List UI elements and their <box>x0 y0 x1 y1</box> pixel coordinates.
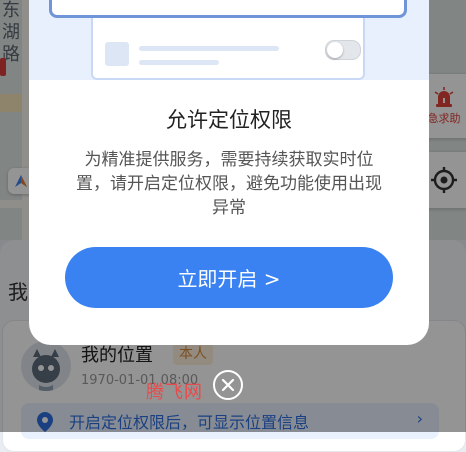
close-icon <box>221 378 235 392</box>
dialog-body: 为精准提供服务，需要持续获取实时位置，请开启定位权限，避免功能使用出现异常 <box>76 150 382 218</box>
illustration-box <box>105 42 129 66</box>
enable-now-button[interactable]: 立即开启 > <box>65 247 393 308</box>
watermark: 腾飞网 <box>146 382 203 403</box>
illustration-line <box>139 46 279 51</box>
dialog-title: 允许定位权限 <box>166 108 292 132</box>
illustration-line <box>139 60 219 65</box>
illustration-toggle <box>325 40 361 60</box>
illustration-search-bar <box>49 0 407 18</box>
permission-dialog: 允许定位权限 为精准提供服务，需要持续获取实时位置，请开启定位权限，避免功能使用… <box>29 0 429 345</box>
close-dialog-button[interactable] <box>213 370 243 400</box>
dialog-illustration <box>29 0 429 80</box>
